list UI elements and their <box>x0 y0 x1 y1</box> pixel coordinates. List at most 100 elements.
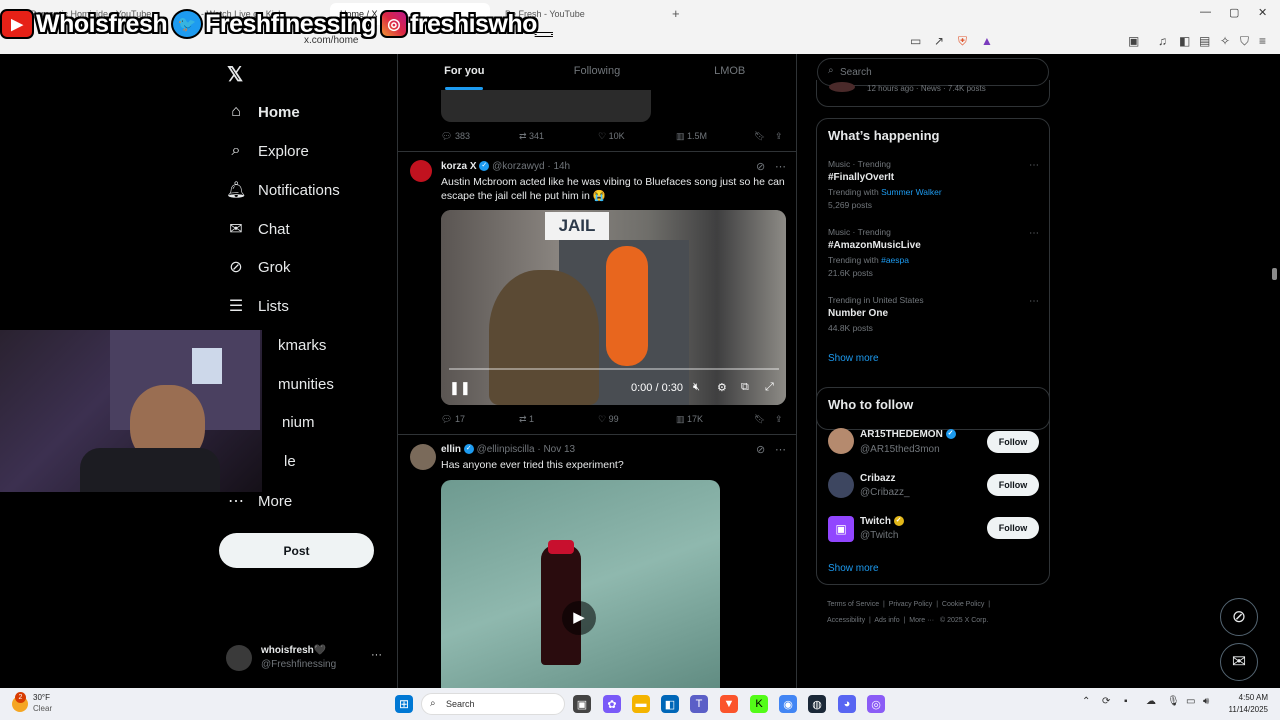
views-button[interactable]: ▥ 1.5M <box>676 131 707 142</box>
nav-notifications[interactable]: 🔔︎ Notifications <box>226 178 340 202</box>
footer-link[interactable]: Privacy Policy <box>889 601 933 608</box>
trend-link[interactable]: Summer Walker <box>881 187 942 197</box>
minimize-icon[interactable]: — <box>1200 6 1211 18</box>
like-button[interactable]: ♡ 99 <box>598 414 619 425</box>
chevron-up-icon[interactable]: ⌃ <box>1082 696 1090 707</box>
cloud-icon[interactable]: ☁ <box>1146 696 1156 707</box>
tweet-handle[interactable]: @ellinpiscilla <box>477 444 535 455</box>
tweet-author[interactable]: korza X <box>441 161 477 172</box>
views-button[interactable]: ▥ 17K <box>676 414 703 425</box>
tray-icon[interactable]: ▪ <box>1124 696 1128 707</box>
tweet-time[interactable]: Nov 13 <box>543 444 575 455</box>
post-button[interactable]: Post <box>219 533 374 568</box>
cast-icon[interactable]: ▭ <box>910 34 921 48</box>
news-card[interactable]: 12 hours ago · News · 7.4K posts <box>816 80 1050 107</box>
reply-button[interactable]: 💬︎ 383 <box>441 131 470 142</box>
bookmark-icon[interactable]: 🔖︎ <box>754 131 765 142</box>
footer-link[interactable]: Ads info <box>874 617 899 624</box>
tab-lmob[interactable]: LMOB <box>663 54 796 90</box>
settings-icon[interactable]: ⚙ <box>717 381 727 394</box>
nav-bookmarks[interactable]: kmarks <box>278 333 326 357</box>
media-icon[interactable]: ♫ <box>1158 34 1167 48</box>
nav-premium[interactable]: nium <box>282 410 315 434</box>
tweet-video[interactable]: ▶ <box>441 480 720 688</box>
more-dots-icon[interactable]: ⋯ <box>1029 296 1039 307</box>
fullscreen-icon[interactable]: ⤢ <box>765 381 774 394</box>
grok-fab[interactable]: ⊘ <box>1220 598 1258 636</box>
footer-link[interactable]: More ··· <box>909 617 934 624</box>
share-icon[interactable]: ↗ <box>934 34 944 48</box>
grok-icon[interactable]: ⊘ <box>756 443 765 456</box>
store-icon[interactable]: ◧ <box>661 695 679 713</box>
reply-button[interactable]: 💬︎ 17 <box>441 414 465 425</box>
file-explorer-icon[interactable]: ▬ <box>632 695 650 713</box>
brave-icon[interactable]: ▼ <box>720 695 738 713</box>
copilot-icon[interactable]: ✿ <box>603 695 621 713</box>
more-dots-icon[interactable]: ··· <box>371 649 382 661</box>
follow-button[interactable]: Follow <box>987 517 1039 539</box>
tweet-video[interactable]: JAIL ❚❚ 0:00 / 0:30 🔇︎ ⚙ ⧉ ⤢ <box>441 210 786 405</box>
tab-for-you[interactable]: For you <box>398 54 531 90</box>
nav-chat[interactable]: ✉ Chat <box>226 217 289 241</box>
maximize-icon[interactable]: ▢ <box>1229 6 1239 19</box>
nav-home[interactable]: ⌂ Home <box>226 100 300 124</box>
rewards-icon[interactable]: ▲ <box>981 34 993 48</box>
more-dots-icon[interactable]: ⋯ <box>1029 228 1039 239</box>
share-icon[interactable]: ⇪ <box>775 131 783 142</box>
messages-fab[interactable]: ✉ <box>1220 643 1258 681</box>
more-dots-icon[interactable]: ⋯ <box>775 443 786 456</box>
nav-more[interactable]: ⋯ More <box>226 489 292 513</box>
follow-button[interactable]: Follow <box>987 474 1039 496</box>
mute-icon[interactable]: 🔇︎ <box>693 381 700 394</box>
nav-grok[interactable]: ⊘ Grok <box>226 255 290 279</box>
repost-button[interactable]: ⇄ 1 <box>519 414 534 425</box>
video-progress[interactable] <box>449 368 779 370</box>
vpn-icon[interactable]: ⛉ <box>1240 34 1249 49</box>
mic-icon[interactable]: 🎙︎ <box>1167 696 1180 707</box>
wallet-icon[interactable]: ▤ <box>1199 34 1210 48</box>
scrollbar-thumb[interactable] <box>1272 268 1277 280</box>
nav-lists[interactable]: ☰ Lists <box>226 294 289 318</box>
kick-icon[interactable]: K <box>750 695 768 713</box>
nav-communities[interactable]: munities <box>278 372 334 396</box>
follow-button[interactable]: Follow <box>987 431 1039 453</box>
share-icon[interactable]: ⇪ <box>775 414 783 425</box>
footer-link[interactable]: Terms of Service <box>827 601 879 608</box>
chrome-icon[interactable]: ◉ <box>779 695 797 713</box>
tweet-handle[interactable]: @korzawyd <box>492 161 544 172</box>
close-icon[interactable]: ✕ <box>1258 6 1267 19</box>
account-switcher[interactable]: whoisfresh🖤 @Freshfinessing ··· <box>226 644 386 674</box>
discord-icon[interactable]: ◕ <box>838 695 856 713</box>
repost-button[interactable]: ⇄ 341 <box>519 131 544 142</box>
steam-icon[interactable]: ◍ <box>808 695 826 713</box>
pause-icon[interactable]: ❚❚ <box>449 380 471 396</box>
nav-profile[interactable]: le <box>284 449 296 473</box>
footer-link[interactable]: Cookie Policy <box>942 601 984 608</box>
prev-tweet-media[interactable] <box>441 90 651 122</box>
clock-date[interactable]: 11/14/2025 <box>1218 705 1268 714</box>
bookmark-icon[interactable]: 🔖︎ <box>754 414 765 425</box>
more-dots-icon[interactable]: ⋯ <box>1029 160 1039 171</box>
show-more-link[interactable]: Show more <box>828 353 879 364</box>
taskbar-search[interactable]: ⌕ Search <box>421 693 565 715</box>
trend-link[interactable]: #aespa <box>881 255 909 265</box>
volume-icon[interactable]: 🔊︎ <box>1203 696 1209 707</box>
new-tab-button[interactable]: + <box>662 3 690 25</box>
nav-explore[interactable]: ⌕ Explore <box>226 139 309 163</box>
pip-icon[interactable]: ⧉ <box>741 381 749 394</box>
play-icon[interactable]: ▶ <box>562 601 596 635</box>
show-more-link[interactable]: Show more <box>828 563 879 574</box>
sidebar-icon[interactable]: ◧ <box>1179 34 1190 48</box>
task-view-icon[interactable]: ▣ <box>573 695 591 713</box>
app-icon[interactable]: ◎ <box>867 695 885 713</box>
tweet-time[interactable]: 14h <box>553 161 570 172</box>
tab-following[interactable]: Following <box>531 54 664 90</box>
brave-shield-icon[interactable]: ⛨ <box>958 34 967 49</box>
menu-icon[interactable]: ≡ <box>1259 34 1266 48</box>
leo-icon[interactable]: ▣ <box>1128 34 1139 48</box>
teams-icon[interactable]: T <box>690 695 708 713</box>
ai-icon[interactable]: ✧ <box>1220 34 1230 48</box>
tray-icon[interactable]: ⟳ <box>1102 696 1110 707</box>
grok-icon[interactable]: ⊘ <box>756 160 765 173</box>
more-dots-icon[interactable]: ⋯ <box>775 160 786 173</box>
